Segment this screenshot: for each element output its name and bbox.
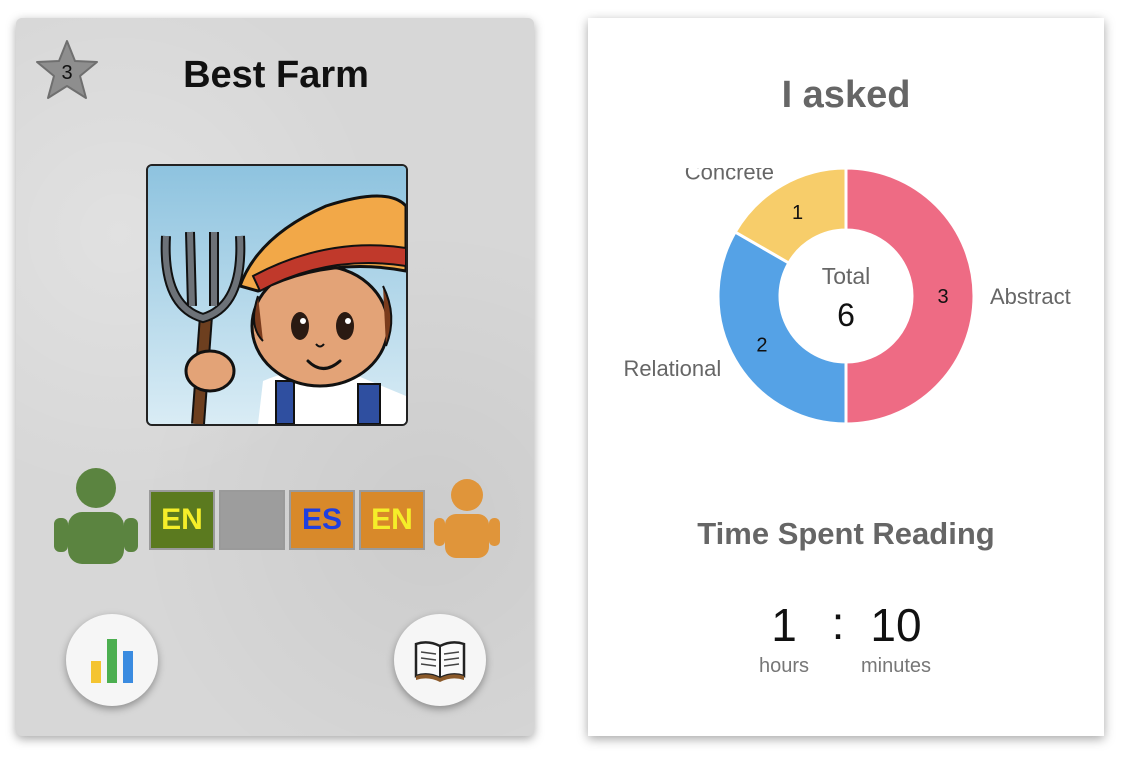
- donut-value-abstract: 3: [937, 286, 948, 308]
- card-title: Best Farm: [183, 54, 369, 96]
- player-left-person-icon: [54, 468, 138, 564]
- stats-button[interactable]: [66, 614, 158, 706]
- language-box-4[interactable]: EN: [359, 490, 425, 550]
- read-button[interactable]: [394, 614, 486, 706]
- minutes-value: 10: [870, 599, 922, 651]
- language-box-3[interactable]: ES: [289, 490, 355, 550]
- language-box-1[interactable]: EN: [149, 490, 215, 550]
- time-section-title: Time Spent Reading: [697, 516, 995, 551]
- character-card: 3 Best Farm EN ES EN: [16, 18, 534, 736]
- donut-value-relational: 2: [756, 335, 767, 357]
- player-right-person-icon: [434, 479, 500, 558]
- hours-value: 1: [771, 599, 797, 651]
- panel-title: I asked: [781, 74, 911, 116]
- donut-chart: 3 Abstract 2 Relational 1 Concrete Total 6: [623, 159, 1071, 426]
- hours-label: hours: [758, 655, 810, 677]
- donut-label-abstract: Abstract: [990, 284, 1071, 309]
- farmer-portrait: [146, 164, 408, 426]
- language-box-2[interactable]: [219, 490, 285, 550]
- donut-chart-area: 3 Abstract 2 Relational 1 Concrete Total 6: [588, 159, 1104, 468]
- donut-value-concrete: 1: [792, 202, 803, 224]
- open-book-icon: [414, 641, 466, 682]
- minutes-label: minutes: [860, 655, 932, 677]
- star-count: 3: [61, 62, 73, 84]
- farmer-icon: [148, 166, 406, 424]
- language-row: EN ES EN: [16, 458, 534, 578]
- donut-label-relational: Relational: [623, 356, 721, 381]
- donut-center-label: Total: [822, 263, 871, 289]
- donut-slice-relational[interactable]: [716, 229, 848, 426]
- donut-slice-abstract[interactable]: [844, 166, 976, 426]
- stats-panel: I asked 3 Abstract 2 Relational 1 Concrete To…: [588, 18, 1104, 736]
- bar-chart-icon: [91, 639, 133, 683]
- donut-center-value: 6: [837, 297, 855, 333]
- donut-label-concrete: Concrete: [685, 168, 774, 184]
- star-badge: 3: [34, 38, 100, 102]
